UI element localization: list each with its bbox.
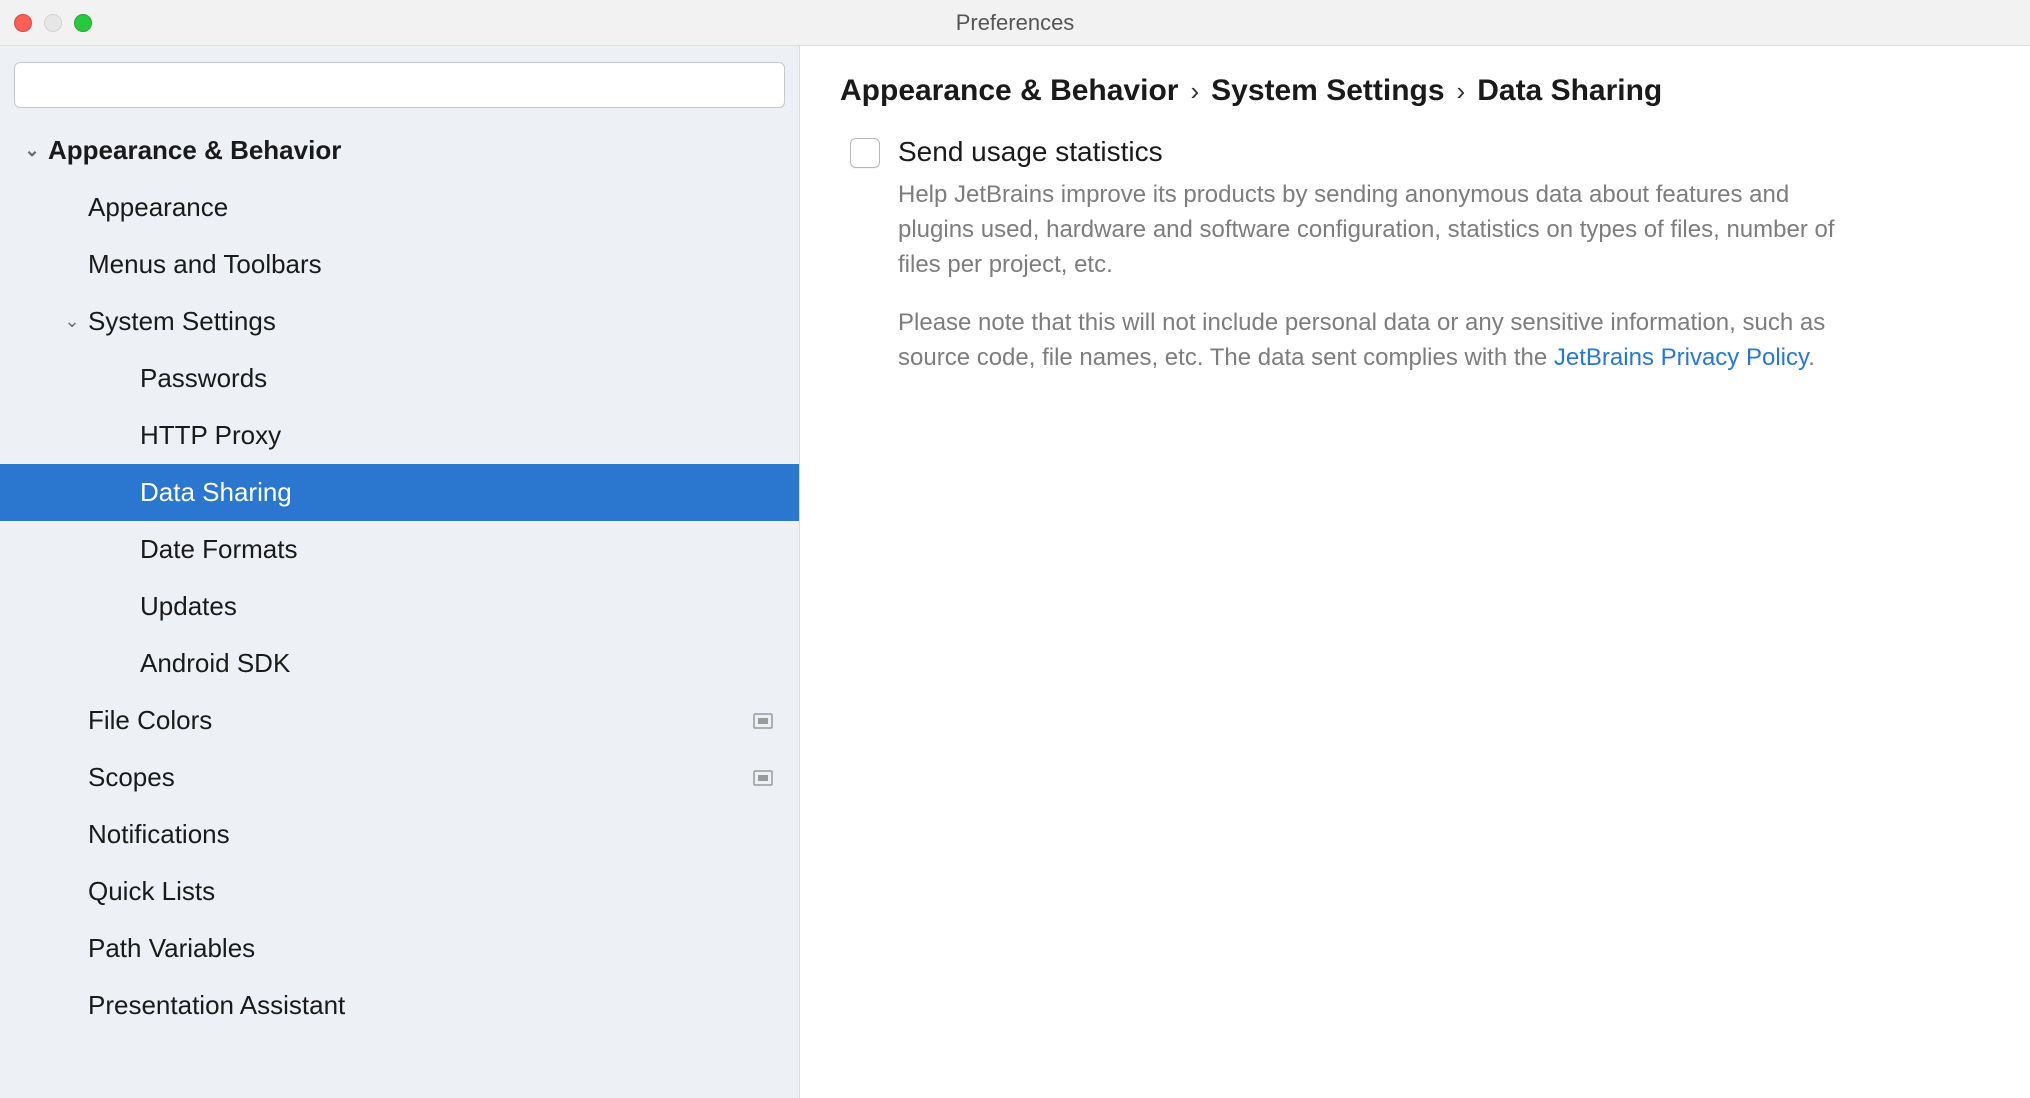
window-titlebar: Preferences xyxy=(0,0,2030,46)
breadcrumb-segment: System Settings xyxy=(1211,74,1444,108)
tree-item-label: System Settings xyxy=(88,306,773,337)
tree-item-label: Presentation Assistant xyxy=(88,990,773,1021)
send-usage-statistics-description: Help JetBrains improve its products by s… xyxy=(898,178,1858,376)
tree-item-notifications[interactable]: Notifications xyxy=(0,806,799,863)
breadcrumb-segment: Data Sharing xyxy=(1477,74,1662,108)
tree-item-label: File Colors xyxy=(88,705,753,736)
preferences-sidebar: ▾ ⌄ Appearance & Behavior Appearance Men… xyxy=(0,46,800,1098)
zoom-window-button[interactable] xyxy=(74,14,92,32)
tree-item-label: HTTP Proxy xyxy=(140,420,773,451)
tree-item-quick-lists[interactable]: Quick Lists xyxy=(0,863,799,920)
preferences-content: Appearance & Behavior › System Settings … xyxy=(800,46,2030,1098)
breadcrumb-segment: Appearance & Behavior xyxy=(840,74,1178,108)
tree-item-label: Path Variables xyxy=(88,933,773,964)
window-controls xyxy=(0,14,92,32)
tree-item-file-colors[interactable]: File Colors xyxy=(0,692,799,749)
search-input[interactable] xyxy=(14,62,785,108)
tree-item-label: Passwords xyxy=(140,363,773,394)
tree-item-scopes[interactable]: Scopes xyxy=(0,749,799,806)
tree-item-passwords[interactable]: Passwords xyxy=(0,350,799,407)
description-text: . xyxy=(1808,344,1815,371)
tree-item-label: Android SDK xyxy=(140,648,773,679)
tree-item-date-formats[interactable]: Date Formats xyxy=(0,521,799,578)
tree-item-label: Scopes xyxy=(88,762,753,793)
tree-item-menus-and-toolbars[interactable]: Menus and Toolbars xyxy=(0,236,799,293)
chevron-right-icon: › xyxy=(1457,76,1466,107)
tree-item-label: Quick Lists xyxy=(88,876,773,907)
tree-item-data-sharing[interactable]: Data Sharing xyxy=(0,464,799,521)
minimize-window-button[interactable] xyxy=(44,14,62,32)
close-window-button[interactable] xyxy=(14,14,32,32)
tree-item-path-variables[interactable]: Path Variables xyxy=(0,920,799,977)
tree-item-http-proxy[interactable]: HTTP Proxy xyxy=(0,407,799,464)
tree-item-system-settings[interactable]: ⌄ System Settings xyxy=(0,293,799,350)
tree-item-android-sdk[interactable]: Android SDK xyxy=(0,635,799,692)
tree-item-updates[interactable]: Updates xyxy=(0,578,799,635)
project-level-icon xyxy=(753,770,773,786)
tree-item-label: Appearance xyxy=(88,192,773,223)
chevron-down-icon: ⌄ xyxy=(62,311,82,332)
tree-item-presentation-assistant[interactable]: Presentation Assistant xyxy=(0,977,799,1034)
tree-item-appearance-and-behavior[interactable]: ⌄ Appearance & Behavior xyxy=(0,122,799,179)
window-title: Preferences xyxy=(956,10,1075,36)
breadcrumb: Appearance & Behavior › System Settings … xyxy=(840,74,1990,108)
tree-item-label: Menus and Toolbars xyxy=(88,249,773,280)
tree-item-label: Data Sharing xyxy=(140,477,773,508)
project-level-icon xyxy=(753,713,773,729)
send-usage-statistics-label: Send usage statistics xyxy=(898,136,1858,168)
description-paragraph: Please note that this will not include p… xyxy=(898,306,1858,376)
tree-item-label: Notifications xyxy=(88,819,773,850)
tree-item-label: Date Formats xyxy=(140,534,773,565)
description-paragraph: Help JetBrains improve its products by s… xyxy=(898,178,1858,282)
tree-item-appearance[interactable]: Appearance xyxy=(0,179,799,236)
privacy-policy-link[interactable]: JetBrains Privacy Policy xyxy=(1554,344,1808,371)
tree-item-label: Updates xyxy=(140,591,773,622)
tree-item-label: Appearance & Behavior xyxy=(48,135,773,166)
send-usage-statistics-checkbox[interactable] xyxy=(850,138,880,168)
chevron-down-icon: ⌄ xyxy=(22,140,42,161)
settings-tree: ⌄ Appearance & Behavior Appearance Menus… xyxy=(0,122,799,1034)
chevron-right-icon: › xyxy=(1190,76,1199,107)
